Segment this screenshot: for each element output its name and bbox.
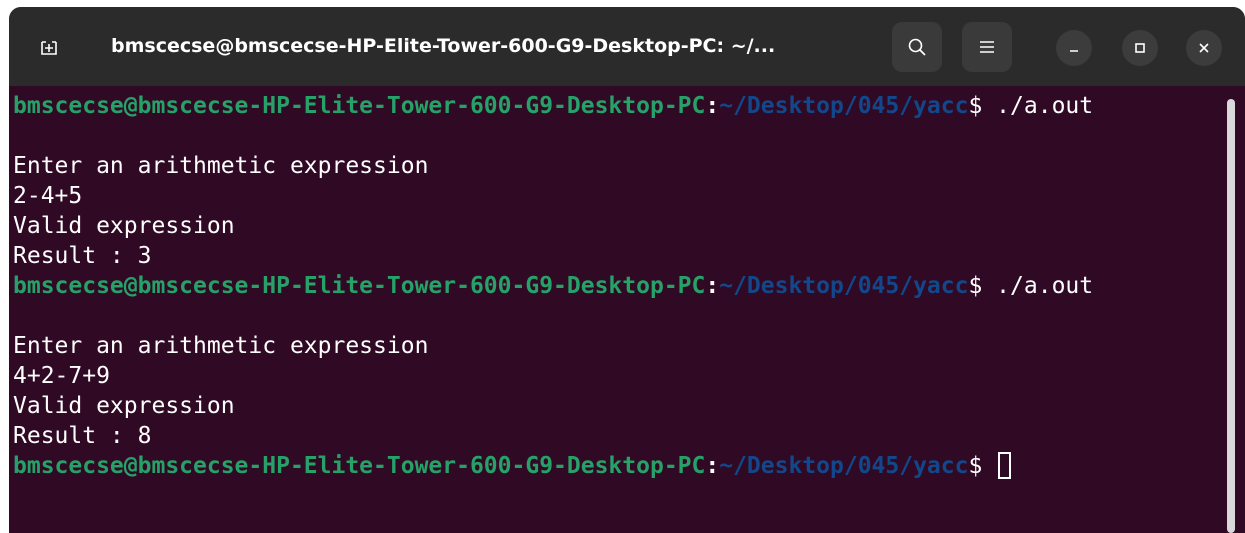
prompt-line: bmscecse@bmscecse-HP-Elite-Tower-600-G9-… [13, 451, 1219, 481]
prompt-colon: : [705, 93, 720, 119]
output-text: 4+2-7+9 [13, 363, 110, 389]
prompt-path: ~/Desktop/045/yacc [719, 273, 969, 299]
menu-button[interactable] [962, 22, 1012, 72]
command-text [982, 453, 996, 479]
prompt-line: bmscecse@bmscecse-HP-Elite-Tower-600-G9-… [13, 271, 1219, 301]
close-button[interactable] [1186, 30, 1222, 66]
prompt-user-host: bmscecse@bmscecse-HP-Elite-Tower-600-G9-… [13, 93, 706, 119]
minimize-icon [1070, 50, 1078, 52]
output-line: Result : 8 [13, 421, 1219, 451]
search-button[interactable] [892, 22, 942, 72]
terminal-output[interactable]: bmscecse@bmscecse-HP-Elite-Tower-600-G9-… [9, 91, 1219, 481]
output-text: Valid expression [13, 393, 235, 419]
command-text: ./a.out [982, 273, 1094, 299]
output-line: Enter an arithmetic expression [13, 151, 1219, 181]
command-text: ./a.out [982, 93, 1094, 119]
output-line: Result : 3 [13, 241, 1219, 271]
close-icon [1199, 43, 1209, 53]
prompt-colon: : [705, 453, 720, 479]
prompt-colon: : [705, 273, 720, 299]
output-text: 2-4+5 [13, 183, 83, 209]
output-line: Valid expression [13, 211, 1219, 241]
prompt-dollar: $ [968, 453, 983, 479]
prompt-user-host: bmscecse@bmscecse-HP-Elite-Tower-600-G9-… [13, 273, 706, 299]
prompt-path: ~/Desktop/045/yacc [719, 93, 969, 119]
prompt-dollar: $ [968, 93, 983, 119]
prompt-user-host: bmscecse@bmscecse-HP-Elite-Tower-600-G9-… [13, 453, 706, 479]
new-tab-icon [41, 41, 57, 55]
output-text: Valid expression [13, 213, 235, 239]
terminal-window: bmscecse@bmscecse-HP-Elite-Tower-600-G9-… [9, 7, 1245, 533]
minimize-button[interactable] [1056, 30, 1092, 66]
search-icon [908, 38, 926, 56]
maximize-button[interactable] [1122, 30, 1158, 66]
title-bar[interactable]: bmscecse@bmscecse-HP-Elite-Tower-600-G9-… [9, 7, 1245, 86]
new-tab-button[interactable] [27, 25, 71, 69]
output-line: Valid expression [13, 391, 1219, 421]
maximize-icon [1135, 43, 1145, 53]
prompt-dollar: $ [968, 273, 983, 299]
output-line: 2-4+5 [13, 181, 1219, 211]
window-title: bmscecse@bmscecse-HP-Elite-Tower-600-G9-… [111, 35, 776, 57]
output-line: Enter an arithmetic expression [13, 331, 1219, 361]
text-cursor [998, 452, 1012, 479]
output-line: 4+2-7+9 [13, 361, 1219, 391]
output-text: Result : 8 [13, 423, 152, 449]
prompt-path: ~/Desktop/045/yacc [719, 453, 969, 479]
output-text: Result : 3 [13, 243, 152, 269]
output-text: Enter an arithmetic expression [13, 333, 429, 359]
prompt-line: bmscecse@bmscecse-HP-Elite-Tower-600-G9-… [13, 91, 1219, 121]
scrollbar[interactable] [1227, 99, 1235, 533]
hamburger-menu-icon [980, 41, 994, 53]
output-text: Enter an arithmetic expression [13, 153, 429, 179]
